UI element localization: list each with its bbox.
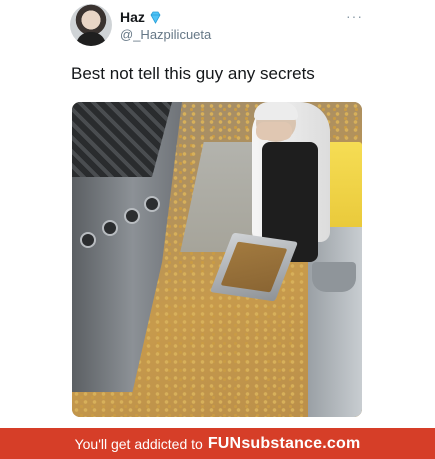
verified-diamond-icon (149, 11, 162, 24)
footer-tagline: You'll get addicted to (74, 435, 203, 452)
funsubstance-logo[interactable]: FUNsubstance.com (208, 435, 361, 453)
stove-knob (80, 232, 96, 248)
pan-inner (220, 241, 288, 293)
tweet-card: Haz @_Hazpilicueta ··· Best not tell thi… (0, 0, 435, 428)
avatar-shirt (76, 32, 106, 46)
user-handle[interactable]: @_Hazpilicueta (120, 27, 211, 42)
bowl (312, 262, 356, 292)
stove-knob (144, 196, 160, 212)
brand-substance: substance (241, 434, 323, 452)
stove-knob (124, 208, 140, 224)
chef-hair-net (254, 102, 298, 120)
tweet-photo[interactable] (72, 102, 362, 417)
watermark-footer[interactable]: You'll get addicted to FUNsubstance.com (0, 428, 435, 459)
name-row: Haz (120, 9, 162, 25)
brand-fun: FUN (207, 434, 242, 452)
display-name[interactable]: Haz (120, 9, 145, 25)
more-options-icon[interactable]: ··· (346, 8, 363, 24)
brand-domain: .com (322, 434, 361, 452)
stove-knob (102, 220, 118, 236)
chef-hands (256, 122, 292, 140)
tweet-text: Best not tell this guy any secrets (71, 64, 315, 83)
avatar[interactable] (70, 4, 112, 46)
